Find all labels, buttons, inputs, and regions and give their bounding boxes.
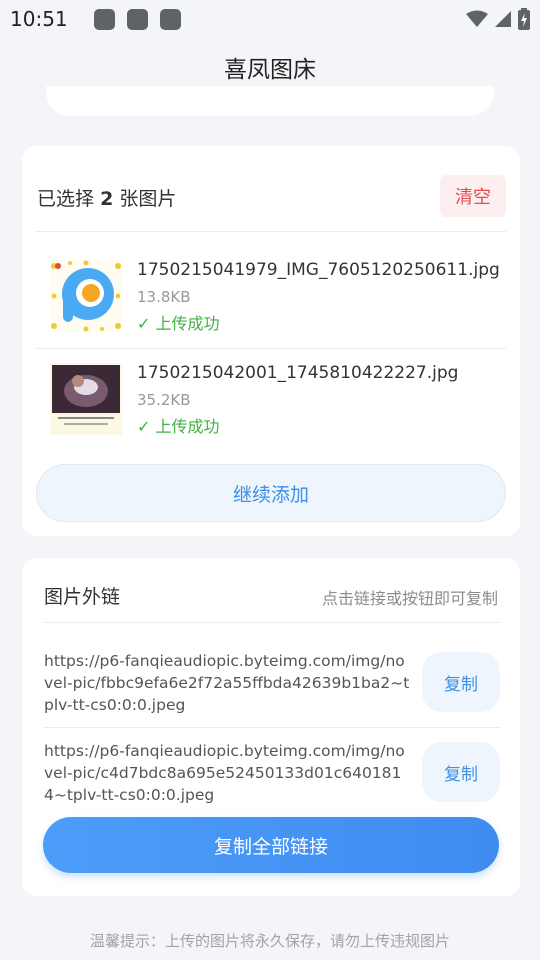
notification-icon: [126, 8, 148, 30]
wifi-icon: [466, 10, 488, 27]
status-bar: 10:51: [0, 0, 540, 38]
file-size: 13.8KB: [137, 288, 191, 306]
divider: [36, 231, 506, 232]
selected-images-card: 已选择 2 张图片 清空 1750215041979_IMG_760512025…: [22, 146, 520, 536]
copy-hint: 点击链接或按钮即可复制: [321, 589, 498, 608]
notification-icon: [159, 8, 181, 30]
selection-summary: 已选择 2 张图片: [37, 188, 177, 210]
file-name: 1750215042001_1745810422227.jpg: [137, 363, 459, 383]
notification-icon: [93, 8, 115, 30]
divider: [44, 622, 500, 623]
footer-tip: 温馨提示：上传的图片将永久保存，请勿上传违规图片: [89, 932, 450, 950]
file-thumbnail: [50, 260, 122, 332]
image-link[interactable]: https://p6-fanqieaudiopic.byteimg.com/im…: [44, 740, 410, 806]
link-row: https://p6-fanqieaudiopic.byteimg.com/im…: [44, 650, 500, 722]
image-link[interactable]: https://p6-fanqieaudiopic.byteimg.com/im…: [44, 650, 410, 716]
upload-status: ✓ 上传成功: [137, 314, 220, 333]
upload-status: ✓ 上传成功: [137, 417, 220, 436]
copy-button[interactable]: 复制: [422, 742, 500, 802]
add-more-button[interactable]: 继续添加: [36, 464, 506, 522]
upload-area-card: [46, 86, 494, 116]
clock: 10:51: [10, 7, 68, 31]
clear-button[interactable]: 清空: [440, 175, 506, 217]
file-item: 1750215041979_IMG_7605120250611.jpg 13.8…: [36, 246, 506, 346]
battery-icon: [518, 8, 530, 30]
selection-count: 2: [100, 188, 114, 210]
file-item: 1750215042001_1745810422227.jpg 35.2KB ✓…: [36, 349, 506, 449]
file-thumbnail: [50, 363, 122, 435]
link-row: https://p6-fanqieaudiopic.byteimg.com/im…: [44, 740, 500, 812]
divider: [44, 727, 500, 728]
signal-icon: [495, 11, 511, 27]
file-name: 1750215041979_IMG_7605120250611.jpg: [137, 260, 500, 280]
app-title: 喜凤图床: [224, 57, 316, 83]
links-title: 图片外链: [44, 586, 121, 608]
copy-all-links-button[interactable]: 复制全部链接: [43, 817, 499, 873]
image-links-card: 图片外链 点击链接或按钮即可复制 https://p6-fanqieaudiop…: [22, 558, 520, 896]
copy-button[interactable]: 复制: [422, 652, 500, 712]
file-size: 35.2KB: [137, 391, 191, 409]
system-icons: [460, 8, 530, 30]
